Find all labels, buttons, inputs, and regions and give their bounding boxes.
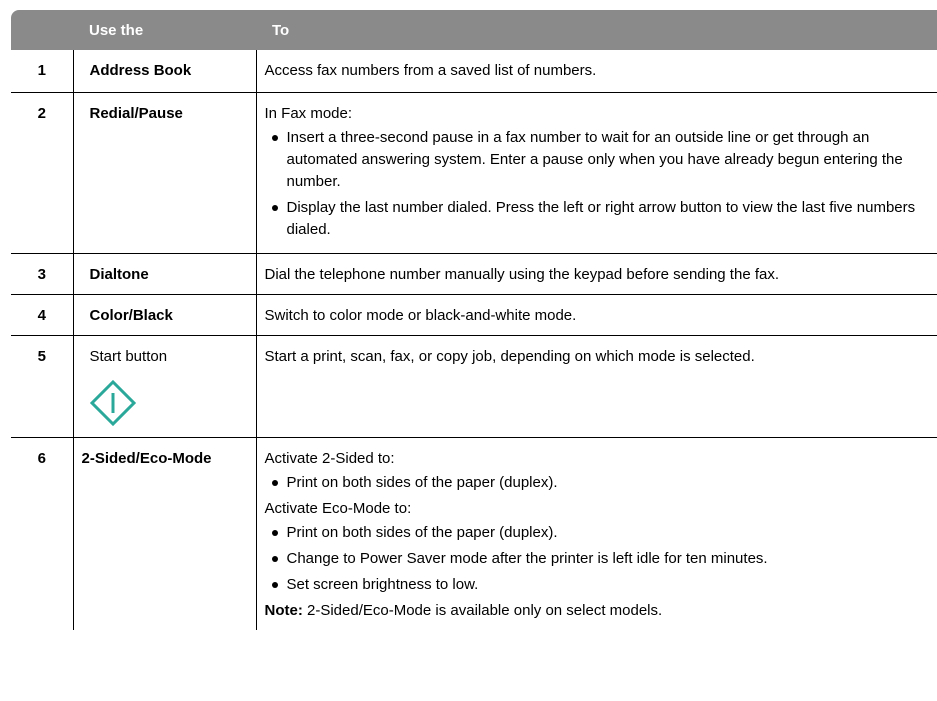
control-panel-table: Use the To 1 Address Book Access fax num…	[11, 10, 937, 630]
table-row-redial-pause: 2 Redial/Pause In Fax mode: Insert a thr…	[11, 91, 937, 253]
note: Note: 2-Sided/Eco-Mode is available only…	[265, 600, 937, 622]
list-item: Print on both sides of the paper (duplex…	[265, 472, 937, 494]
control-name: Start button	[89, 347, 168, 365]
control-name: Color/Black	[72, 293, 256, 335]
table-row-dialtone: 3 Dialtone Dial the telephone number man…	[11, 252, 937, 294]
note-text: 2-Sided/Eco-Mode is available only on se…	[302, 601, 663, 619]
list-item: Insert a three-second pause in a fax num…	[265, 127, 937, 193]
list-item: Change to Power Saver mode after the pri…	[265, 548, 937, 570]
bullet-icon	[271, 204, 278, 211]
bullet-list: Print on both sides of the paper (duplex…	[265, 522, 937, 596]
header-to: To	[272, 21, 290, 39]
control-description: Activate 2-Sided to: Print on both sides…	[255, 436, 937, 630]
row-number: 2	[11, 91, 73, 253]
description-intro: In Fax mode:	[264, 104, 353, 122]
list-item-text: Set screen brightness to low.	[286, 575, 479, 593]
list-item-text: Print on both sides of the paper (duplex…	[286, 523, 558, 541]
row-number: 6	[11, 436, 73, 630]
description-intro: Activate 2-Sided to:	[264, 449, 395, 467]
control-description: In Fax mode: Insert a three-second pause…	[255, 91, 937, 253]
list-item: Print on both sides of the paper (duplex…	[265, 522, 937, 544]
table-row-start-button: 5 Start button Start a print, scan, fax,…	[11, 334, 937, 437]
bullet-list: Print on both sides of the paper (duplex…	[265, 472, 937, 494]
bullet-icon	[271, 134, 278, 141]
bullet-icon	[271, 581, 278, 588]
bullet-icon	[271, 529, 278, 536]
row-number: 1	[37, 62, 46, 79]
control-description: Start a print, scan, fax, or copy job, d…	[255, 334, 937, 437]
control-name-cell: Start button	[72, 334, 256, 437]
bullet-icon	[271, 479, 278, 486]
description-intro-eco: Activate Eco-Mode to:	[264, 499, 412, 517]
control-name: 2-Sided/Eco-Mode	[72, 436, 256, 630]
row-number: 5	[11, 334, 73, 437]
list-item-text: Print on both sides of the paper (duplex…	[286, 473, 558, 491]
header-use-the: Use the	[89, 21, 144, 39]
note-label: Note:	[264, 601, 303, 619]
bullet-list: Insert a three-second pause in a fax num…	[265, 127, 937, 241]
bullet-icon	[271, 555, 278, 562]
list-item-text: Change to Power Saver mode after the pri…	[286, 549, 768, 567]
control-name: Dialtone	[72, 252, 256, 294]
list-item-text: Insert a three-second pause in a fax num…	[286, 128, 903, 190]
header-number	[11, 10, 73, 50]
list-item-text: Display the last number dialed. Press th…	[286, 198, 916, 238]
control-name: Redial/Pause	[72, 91, 256, 253]
control-panel-table-container: Use the To 1 Address Book Access fax num…	[11, 10, 937, 630]
control-description: Dial the telephone number manually using…	[255, 252, 937, 294]
table-row-2-sided-eco-mode: 6 2-Sided/Eco-Mode Activate 2-Sided to: …	[11, 436, 937, 630]
row-number: 4	[11, 293, 73, 335]
row-number: 3	[11, 252, 73, 294]
start-diamond-icon	[89, 379, 136, 426]
control-description: Switch to color mode or black-and-white …	[255, 293, 937, 335]
list-item: Display the last number dialed. Press th…	[265, 197, 937, 241]
table-row-address-book: 1 Address Book Access fax numbers from a…	[11, 50, 937, 92]
list-item: Set screen brightness to low.	[265, 574, 937, 596]
table-header-row: Use the To	[11, 10, 937, 50]
control-description: Access fax numbers from a saved list of …	[255, 50, 937, 92]
control-name: Address Book	[72, 50, 256, 92]
table-row-color-black: 4 Color/Black Switch to color mode or bl…	[11, 293, 937, 335]
